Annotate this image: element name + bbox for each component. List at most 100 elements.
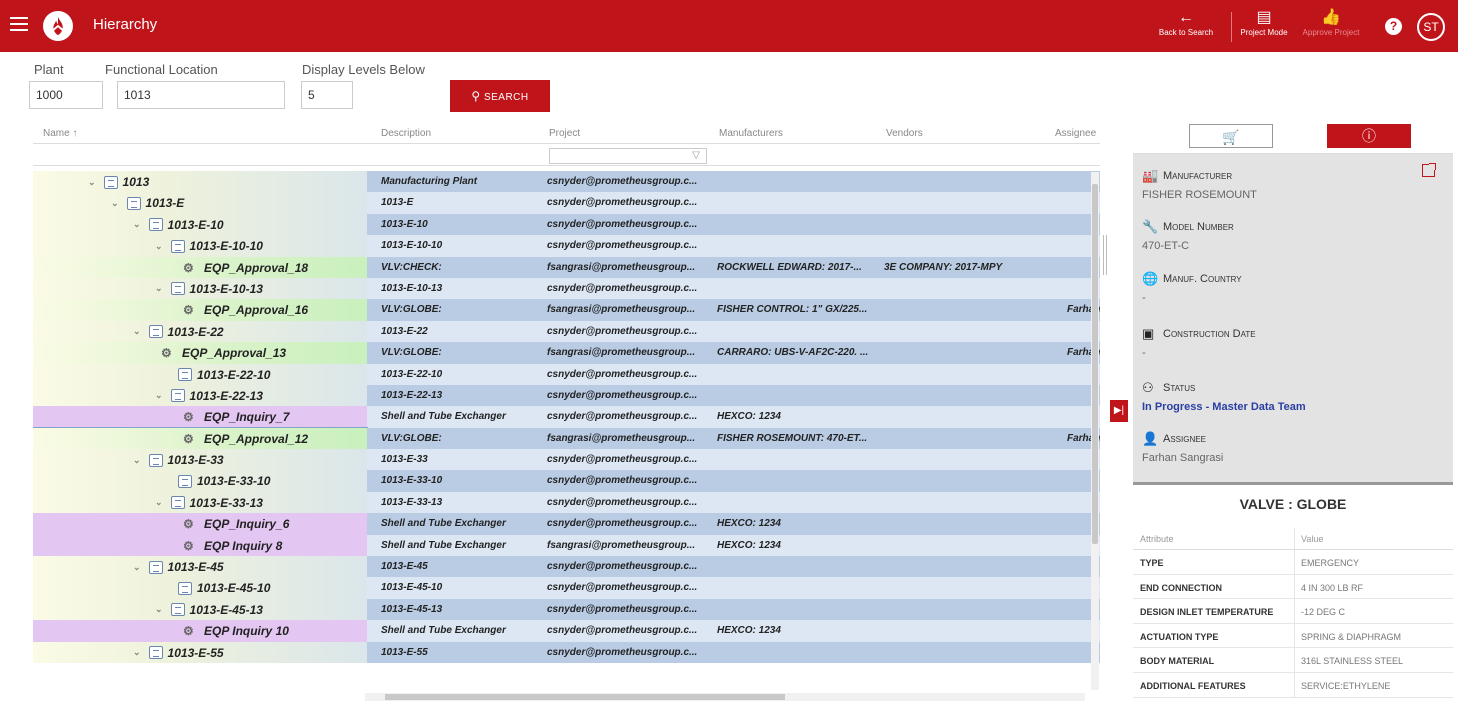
table-row[interactable]: 1013-E-33-10 1013-E-33-10 csnyder@promethe… bbox=[33, 470, 1100, 492]
location-icon bbox=[170, 282, 185, 296]
col-name[interactable]: Name ↑ bbox=[43, 128, 77, 139]
row-name[interactable]: 1013-E-55 bbox=[168, 646, 224, 660]
row-description: 1013-E-33-10 bbox=[381, 475, 443, 487]
row-name[interactable]: EQP Inquiry 10 bbox=[204, 624, 289, 638]
row-project: csnyder@prometheusgroup.c... bbox=[547, 646, 698, 658]
back-to-search-button[interactable]: ← Back to Search bbox=[1157, 8, 1215, 48]
chevron-down-icon[interactable]: ⌄ bbox=[133, 326, 141, 337]
table-row[interactable]: ⚙ EQP_Inquiry_6 Shell and Tube Exchanger cs… bbox=[33, 513, 1100, 535]
tab-cart[interactable]: 🛒 bbox=[1189, 124, 1273, 148]
row-name[interactable]: 1013-E-33-10 bbox=[197, 474, 270, 488]
table-row[interactable]: ⚙ EQP_Approval_18 VLV:CHECK: fsangrasi@prom… bbox=[33, 256, 1100, 278]
grid-vertical-scrollbar[interactable] bbox=[1091, 172, 1099, 690]
row-description: VLV:GLOBE: bbox=[381, 347, 442, 359]
table-row[interactable]: ⌄ 1013-E-22 1013-E-22 csnyder@prometheusgro… bbox=[33, 320, 1100, 343]
row-name[interactable]: 1013 bbox=[123, 175, 150, 189]
search-button[interactable]: ⚲ SEARCH bbox=[450, 80, 550, 112]
table-row[interactable]: ⌄ 1013 Manufacturing Plant csnyder@promethe… bbox=[33, 171, 1100, 193]
table-row[interactable]: ⌄ 1013-E-45 1013-E-45 csnyder@prometheusgro… bbox=[33, 556, 1100, 578]
table-row[interactable]: 1013-E-22-10 1013-E-22-10 csnyder@promethe… bbox=[33, 363, 1100, 385]
row-description: 1013-E-55 bbox=[381, 646, 428, 658]
table-row[interactable]: ⌄ 1013-E-10-10 1013-E-10-10 csnyder@prometh… bbox=[33, 235, 1100, 257]
external-link-icon[interactable] bbox=[1422, 163, 1436, 177]
row-name[interactable]: 1013-E-45-13 bbox=[190, 603, 263, 617]
project-filter-input[interactable]: ▽ bbox=[549, 148, 707, 164]
menu-icon[interactable] bbox=[10, 17, 28, 31]
table-row[interactable]: ⌄ 1013-E-45-13 1013-E-45-13 csnyder@prometh… bbox=[33, 598, 1100, 621]
table-row[interactable]: ⌄ 1013-E-33-13 1013-E-33-13 csnyder@prometh… bbox=[33, 491, 1100, 514]
row-description: 1013-E-10-13 bbox=[381, 282, 443, 294]
row-name[interactable]: EQP_Inquiry_6 bbox=[204, 517, 289, 531]
table-row[interactable]: 1013-E-45-10 1013-E-45-10 csnyder@promethe… bbox=[33, 577, 1100, 599]
panel-splitter[interactable] bbox=[1103, 235, 1107, 275]
row-name[interactable]: EQP_Approval_12 bbox=[204, 432, 308, 446]
globe-icon: 🌐 bbox=[1142, 271, 1159, 286]
table-row[interactable]: ⌄ 1013-E-22-13 1013-E-22-13 csnyder@prometh… bbox=[33, 384, 1100, 407]
row-name[interactable]: EQP_Approval_13 bbox=[182, 346, 286, 360]
attribute-key: ACTUATION TYPE bbox=[1140, 631, 1219, 642]
factory-icon: 🏭 bbox=[1142, 168, 1159, 183]
row-project: csnyder@prometheusgroup.c... bbox=[547, 454, 698, 466]
col-description[interactable]: Description bbox=[381, 128, 431, 139]
equipment-icon: ⚙ bbox=[183, 410, 194, 425]
col-vendors[interactable]: Vendors bbox=[886, 128, 923, 139]
row-name[interactable]: 1013-E-10-13 bbox=[190, 282, 263, 296]
table-row[interactable]: ⚙ EQP Inquiry 8 Shell and Tube Exchanger fs… bbox=[33, 534, 1100, 557]
model-value: 470-ET-C bbox=[1142, 240, 1190, 252]
table-row[interactable]: ⚙ EQP Inquiry 10 Shell and Tube Exchanger c… bbox=[33, 620, 1100, 642]
project-mode-button[interactable]: ▤ Project Mode bbox=[1236, 8, 1292, 48]
floc-input[interactable]: 1013 bbox=[117, 81, 285, 109]
table-row[interactable]: ⌄ 1013-E-33 1013-E-33 csnyder@prometheusgro… bbox=[33, 449, 1100, 471]
row-project: csnyder@prometheusgroup.c... bbox=[547, 368, 698, 380]
row-name[interactable]: 1013-E-33-13 bbox=[190, 496, 263, 510]
avatar[interactable]: ST bbox=[1417, 13, 1445, 41]
table-row[interactable]: ⌄ 1013-E-10-13 1013-E-10-13 csnyder@prometh… bbox=[33, 277, 1100, 300]
chevron-down-icon[interactable]: ⌄ bbox=[111, 198, 119, 209]
chevron-down-icon[interactable]: ⌄ bbox=[155, 283, 163, 294]
chevron-down-icon[interactable]: ⌄ bbox=[133, 219, 141, 230]
row-name[interactable]: 1013-E-10 bbox=[168, 218, 224, 232]
row-name[interactable]: 1013-E-10-10 bbox=[190, 239, 263, 253]
approve-project-button[interactable]: 👍 Approve Project bbox=[1296, 8, 1366, 48]
chevron-down-icon[interactable]: ⌄ bbox=[155, 604, 163, 615]
filter-icon[interactable]: ▽ bbox=[692, 150, 700, 161]
attribute-row: TYPE EMERGENCY bbox=[1133, 550, 1453, 575]
row-name[interactable]: EQP_Inquiry_7 bbox=[204, 410, 289, 424]
top-app-bar: Hierarchy ← Back to Search ▤ Project Mod… bbox=[0, 0, 1458, 52]
table-row[interactable]: ⚙ EQP_Inquiry_7 Shell and Tube Exchanger cs… bbox=[33, 406, 1100, 428]
plant-input[interactable]: 1000 bbox=[29, 81, 103, 109]
table-row[interactable]: ⌄ 1013-E 1013-E csnyder@prometheusgroup.c..… bbox=[33, 192, 1100, 214]
col-project[interactable]: Project bbox=[549, 128, 580, 139]
help-icon[interactable]: ? bbox=[1385, 18, 1402, 35]
row-name[interactable]: 1013-E-45 bbox=[168, 560, 224, 574]
table-row[interactable]: ⚙ EQP_Approval_16 VLV:GLOBE: fsangrasi@prom… bbox=[33, 299, 1100, 321]
row-name[interactable]: 1013-E-33 bbox=[168, 453, 224, 467]
table-row[interactable]: ⚙ EQP_Approval_13 VLV:GLOBE: fsangrasi@prom… bbox=[33, 342, 1100, 364]
chevron-down-icon[interactable]: ⌄ bbox=[155, 241, 163, 252]
table-row[interactable]: ⌄ 1013-E-55 1013-E-55 csnyder@prometheusgro… bbox=[33, 641, 1100, 663]
chevron-down-icon[interactable]: ⌄ bbox=[88, 177, 96, 188]
row-name[interactable]: EQP Inquiry 8 bbox=[204, 539, 282, 553]
grid-horizontal-scrollbar[interactable] bbox=[365, 693, 1085, 701]
collapse-panel-button[interactable]: ▶| bbox=[1110, 400, 1128, 422]
grid-filter-row: ▽ bbox=[33, 144, 1100, 166]
row-name[interactable]: 1013-E-22-10 bbox=[197, 368, 270, 382]
tab-info[interactable]: ⓘ bbox=[1327, 124, 1411, 148]
attribute-value: SERVICE:ETHYLENE bbox=[1301, 680, 1391, 691]
levels-input[interactable]: 5 bbox=[301, 81, 353, 109]
row-name[interactable]: 1013-E-22 bbox=[168, 325, 224, 339]
table-row[interactable]: ⌄ 1013-E-10 1013-E-10 csnyder@prometheusgro… bbox=[33, 213, 1100, 236]
row-name[interactable]: 1013-E bbox=[146, 196, 185, 210]
chevron-down-icon[interactable]: ⌄ bbox=[133, 562, 141, 573]
row-name[interactable]: 1013-E-22-13 bbox=[190, 389, 263, 403]
col-assignee[interactable]: Assignee bbox=[1055, 128, 1096, 139]
table-row[interactable]: ⚙ EQP_Approval_12 VLV:GLOBE: fsangrasi@prom… bbox=[33, 426, 1100, 451]
row-name[interactable]: EQP_Approval_18 bbox=[204, 261, 308, 275]
chevron-down-icon[interactable]: ⌄ bbox=[133, 455, 141, 466]
chevron-down-icon[interactable]: ⌄ bbox=[155, 390, 163, 401]
row-name[interactable]: EQP_Approval_16 bbox=[204, 303, 308, 317]
chevron-down-icon[interactable]: ⌄ bbox=[133, 647, 141, 658]
chevron-down-icon[interactable]: ⌄ bbox=[155, 497, 163, 508]
col-manufacturers[interactable]: Manufacturers bbox=[719, 128, 783, 139]
row-name[interactable]: 1013-E-45-10 bbox=[197, 581, 270, 595]
